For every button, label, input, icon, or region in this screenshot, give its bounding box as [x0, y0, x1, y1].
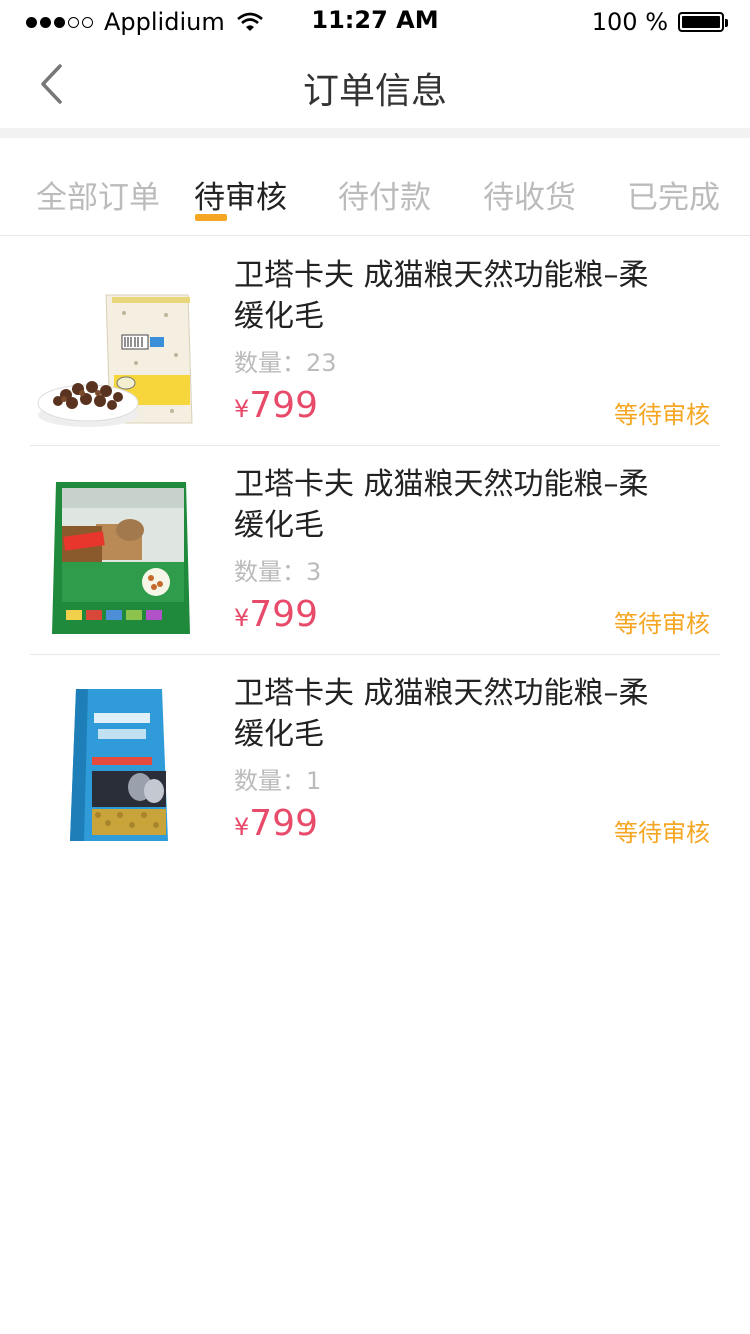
product-image — [70, 689, 168, 841]
currency-symbol: ¥ — [234, 813, 250, 841]
product-image — [52, 482, 190, 634]
product-name: 卫塔卡夫 成猫粮天然功能粮–柔缓化毛 — [234, 258, 649, 334]
tab-pending-payment[interactable]: 待付款 — [338, 172, 431, 217]
currency-symbol: ¥ — [234, 395, 250, 423]
order-list: 卫塔卡夫 成猫粮天然功能粮–柔缓化毛 数量：23 ¥799 等待审核 卫塔卡夫 … — [0, 237, 750, 864]
order-item[interactable]: 卫塔卡夫 成猫粮天然功能粮–柔缓化毛 数量：1 ¥799 等待审核 — [30, 655, 720, 864]
battery-icon — [678, 12, 728, 32]
product-price: ¥799 — [234, 803, 318, 844]
product-name: 卫塔卡夫 成猫粮天然功能粮–柔缓化毛 — [234, 467, 649, 543]
product-image — [37, 294, 193, 427]
status-right: 100 % — [591, 8, 728, 36]
order-status: 等待审核 — [614, 819, 710, 847]
status-bar: Applidium 11:27 AM 100 % — [0, 0, 750, 42]
product-quantity: 数量：23 — [234, 349, 337, 377]
product-quantity: 数量：3 — [234, 558, 322, 586]
tab-pending-delivery[interactable]: 待收货 — [483, 172, 576, 217]
battery-percent: 100 % — [591, 8, 668, 36]
order-item[interactable]: 卫塔卡夫 成猫粮天然功能粮–柔缓化毛 数量：23 ¥799 等待审核 — [30, 237, 720, 446]
price-amount: 799 — [249, 594, 318, 635]
price-amount: 799 — [249, 803, 318, 844]
price-amount: 799 — [249, 385, 318, 426]
page-title: 订单信息 — [302, 71, 447, 112]
tab-pending-review[interactable]: 待审核 — [194, 172, 287, 217]
active-tab-indicator — [195, 214, 227, 221]
product-quantity: 数量：1 — [234, 767, 322, 795]
tab-all-orders[interactable]: 全部订单 — [36, 172, 160, 217]
product-name: 卫塔卡夫 成猫粮天然功能粮–柔缓化毛 — [234, 676, 649, 752]
nav-bar: 订单信息 — [0, 42, 750, 128]
order-item[interactable]: 卫塔卡夫 成猫粮天然功能粮–柔缓化毛 数量：3 ¥799 等待审核 — [30, 446, 720, 655]
currency-symbol: ¥ — [234, 604, 250, 632]
section-divider — [0, 128, 750, 138]
product-price: ¥799 — [234, 385, 318, 426]
order-tabs: 全部订单 待审核 待付款 待收货 已完成 — [0, 138, 750, 236]
order-status: 等待审核 — [614, 610, 710, 638]
order-status: 等待审核 — [614, 401, 710, 429]
tab-completed[interactable]: 已完成 — [627, 172, 720, 217]
product-price: ¥799 — [234, 594, 318, 635]
